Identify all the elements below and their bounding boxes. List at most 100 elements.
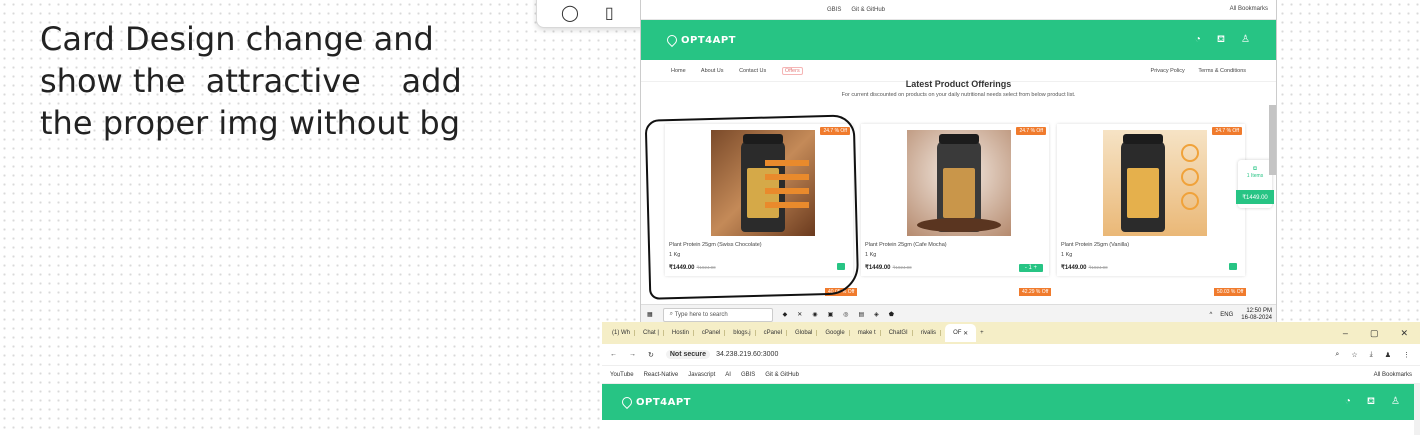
whatsapp-icon[interactable]: ◯: [561, 3, 579, 23]
product-card[interactable]: 24.7 % Off Plant Protein 25gm (Vanilla) …: [1057, 124, 1245, 276]
brand-name: OPT4APT: [681, 34, 736, 46]
product-name[interactable]: Plant Protein 25gm (Swiss Chocolate): [669, 242, 762, 248]
bookmark-item[interactable]: GBIS: [827, 7, 841, 13]
browser-tab[interactable]: ChatGI: [885, 330, 913, 336]
bookmarks-bar: YouTube React-Native Javascript AI GBIS …: [602, 366, 1420, 384]
lang-indicator[interactable]: ENG: [1220, 312, 1233, 318]
bookmark-item[interactable]: React-Native: [644, 372, 679, 378]
menu-icon[interactable]: ⋮: [1403, 351, 1410, 359]
app-icon[interactable]: ◆: [783, 311, 788, 318]
new-tab-button[interactable]: +: [980, 330, 984, 336]
forward-icon[interactable]: →: [629, 351, 636, 358]
product-image[interactable]: [711, 130, 815, 236]
bookmark-item[interactable]: Git & GitHub: [765, 372, 799, 378]
bookmark-item[interactable]: Javascript: [688, 372, 715, 378]
browser-tab[interactable]: Google: [821, 330, 850, 336]
product-name[interactable]: Plant Protein 25gm (Cafe Mocha): [865, 242, 947, 248]
user-icon[interactable]: ♙: [1391, 396, 1400, 409]
security-indicator[interactable]: Not secure: [665, 350, 711, 359]
app-icon[interactable]: ◈: [874, 311, 879, 318]
profile-icon[interactable]: ♟: [1385, 351, 1391, 359]
nav-home[interactable]: Home: [671, 68, 686, 74]
taskbar-search[interactable]: ⌕ Type here to search: [662, 307, 773, 322]
browser-tab[interactable]: rivalis: [917, 330, 942, 336]
nav-about[interactable]: About Us: [701, 68, 724, 74]
nav-offers[interactable]: Offers: [781, 66, 803, 75]
logo-icon: [664, 32, 680, 48]
cart-icon[interactable]: ⛾: [1217, 34, 1225, 47]
reload-icon[interactable]: ↻: [648, 351, 654, 359]
old-price: ₹1924.00: [892, 265, 912, 270]
star-icon[interactable]: ☆: [1351, 351, 1357, 359]
bell-icon[interactable]: ◔: [1195, 34, 1201, 47]
user-icon[interactable]: ♙: [1241, 34, 1250, 47]
app-icon[interactable]: ◉: [812, 311, 817, 318]
site-logo[interactable]: OPT4APT: [619, 394, 691, 410]
site-header: OPT4APT ◔ ⛾ ♙: [602, 384, 1420, 420]
app-icon[interactable]: ▣: [828, 311, 834, 318]
minimize-icon[interactable]: –: [1343, 328, 1348, 339]
browser-tab[interactable]: make t: [854, 330, 881, 336]
search-placeholder: Type here to search: [674, 311, 728, 318]
product-card[interactable]: 24.7 % Off Plant Protein 25gm (Swiss Cho…: [665, 124, 853, 276]
back-icon[interactable]: ←: [610, 351, 617, 358]
address-bar[interactable]: Not secure 34.238.219.60:3000: [665, 350, 778, 359]
browser-tab[interactable]: Global: [791, 330, 818, 336]
product-grid: 24.7 % Off Plant Protein 25gm (Swiss Cho…: [665, 124, 1245, 276]
app-icon[interactable]: ⬟: [889, 311, 894, 318]
floating-cart-total[interactable]: ₹1449.00: [1236, 190, 1274, 204]
note-line: show the attractive add: [40, 62, 462, 100]
clock[interactable]: 12:50 PM 16-08-2024: [1241, 308, 1272, 322]
browser-tab[interactable]: cPanel: [698, 330, 726, 336]
active-tab[interactable]: OF ✕: [945, 324, 977, 342]
browser-tab[interactable]: blogs.j: [729, 330, 756, 336]
tab-bar: (1) Wh Chat | Hostin cPanel blogs.j cPan…: [602, 322, 1420, 344]
bookmarks-bar: GBIS Git & GitHub All Bookmarks: [641, 0, 1276, 20]
bookmark-item[interactable]: YouTube: [610, 372, 634, 378]
app-icon[interactable]: ◎: [843, 311, 848, 318]
add-to-cart-button[interactable]: [1229, 263, 1237, 270]
windows-icon[interactable]: ▦: [647, 311, 653, 318]
site-logo[interactable]: OPT4APT: [664, 32, 736, 48]
app-icon[interactable]: ▤: [859, 311, 865, 318]
maximize-icon[interactable]: ▢: [1370, 328, 1379, 339]
address-bar-row: ← → ↻ Not secure 34.238.219.60:3000 ⌕ ☆ …: [602, 344, 1420, 366]
close-icon[interactable]: ✕: [1400, 328, 1408, 339]
bookmark-item[interactable]: Git & GitHub: [851, 7, 885, 13]
product-price: ₹1449.00 ₹1924.00: [865, 265, 912, 271]
url-text[interactable]: 34.238.219.60:3000: [716, 351, 778, 358]
discount-badge: 40.05 % Off: [825, 288, 858, 296]
nav-privacy[interactable]: Privacy Policy: [1151, 68, 1185, 74]
add-to-cart-button[interactable]: [837, 263, 845, 270]
zoom-icon[interactable]: ⌕: [1335, 351, 1339, 359]
nav-terms[interactable]: Terms & Conditions: [1198, 68, 1246, 74]
product-name[interactable]: Plant Protein 25gm (Vanilla): [1061, 242, 1129, 248]
scrollbar[interactable]: [1269, 105, 1276, 175]
quantity-stepper[interactable]: - 1 +: [1018, 264, 1043, 272]
scrollbar[interactable]: [1414, 384, 1420, 435]
browser-tab[interactable]: cPanel: [760, 330, 787, 336]
browser-screenshot: (1) Wh Chat | Hostin cPanel blogs.j cPan…: [602, 322, 1420, 435]
cart-icon[interactable]: ⛾: [1367, 396, 1375, 409]
discount-badge: 42.29 % Off: [1019, 288, 1052, 296]
nav-contact[interactable]: Contact Us: [739, 68, 766, 74]
browser-tab[interactable]: Hostin: [668, 330, 694, 336]
annotation-note: Card Design change and show the attracti…: [40, 18, 470, 144]
all-bookmarks[interactable]: All Bookmarks: [1374, 372, 1412, 378]
all-bookmarks[interactable]: All Bookmarks: [1230, 6, 1268, 12]
product-image[interactable]: [907, 130, 1011, 236]
app-icon[interactable]: ✕: [797, 311, 802, 318]
product-card[interactable]: 24.7 % Off Plant Protein 25gm (Cafe Moch…: [861, 124, 1049, 276]
bell-icon[interactable]: ◔: [1345, 396, 1351, 409]
browser-tab[interactable]: Chat |: [639, 330, 664, 336]
section-title: Latest Product Offerings: [905, 79, 1012, 89]
copy-icon[interactable]: ▯: [605, 3, 614, 23]
bookmark-item[interactable]: GBIS: [741, 372, 755, 378]
discount-badge: 24.7 % Off: [1212, 127, 1242, 135]
bookmark-item[interactable]: AI: [725, 372, 731, 378]
download-icon[interactable]: ⤓: [1370, 351, 1373, 359]
header-icons: ◔ ⛾ ♙: [1345, 396, 1400, 409]
browser-tab[interactable]: (1) Wh: [608, 330, 635, 336]
product-image[interactable]: [1103, 130, 1207, 236]
chevron-up-icon[interactable]: ^: [1209, 312, 1212, 318]
